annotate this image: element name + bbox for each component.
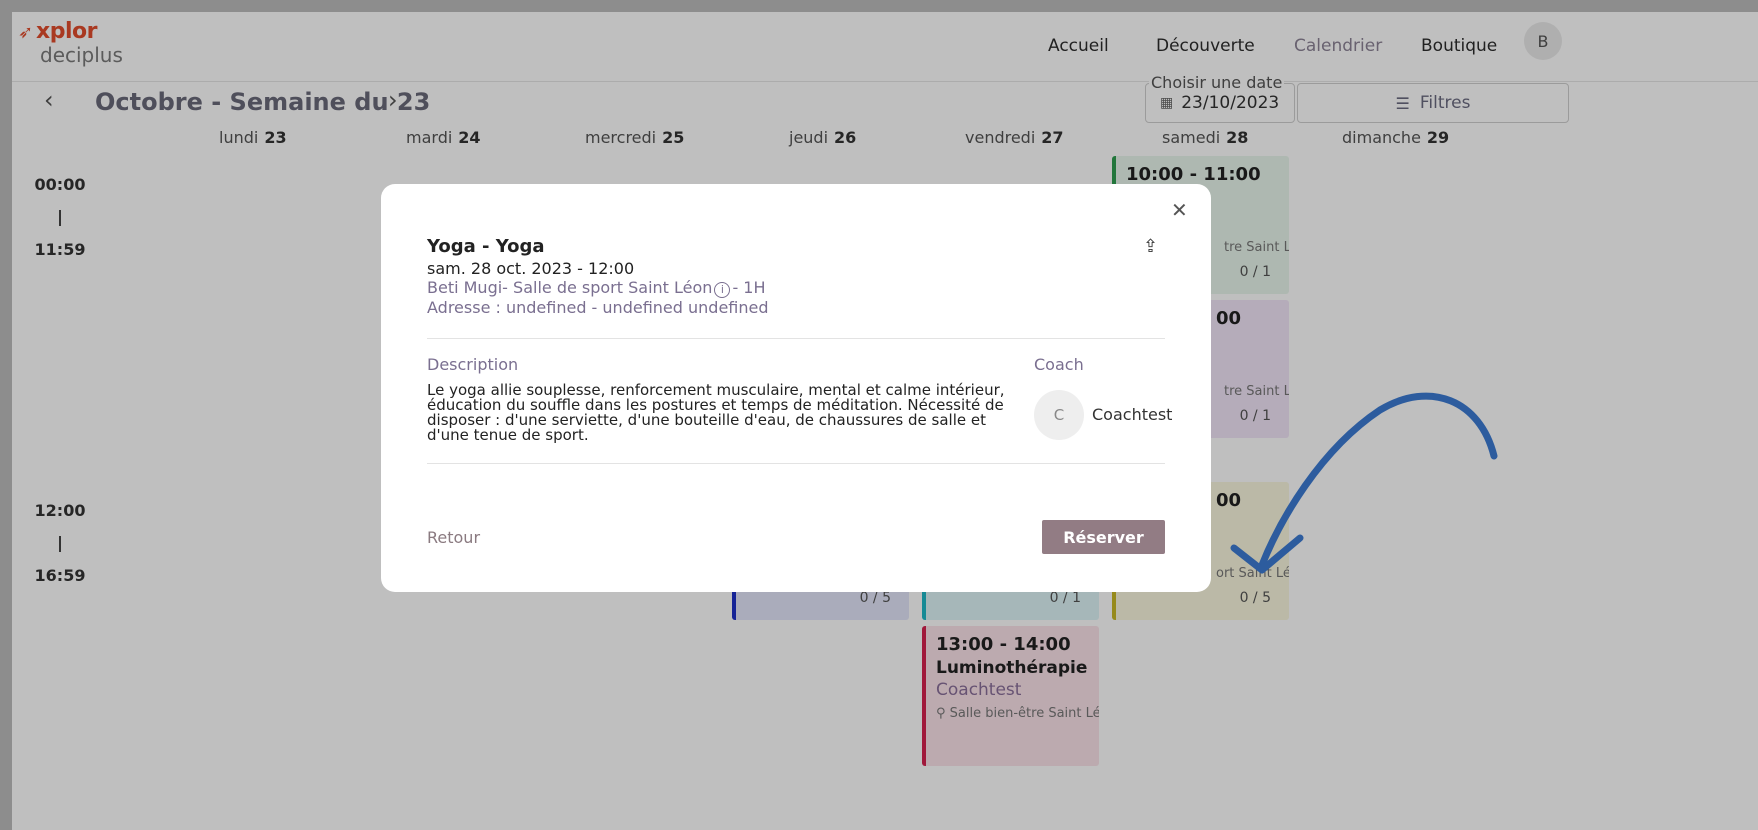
share-icon[interactable]: ⇪ [1143,236,1158,257]
close-icon[interactable]: ✕ [1171,198,1188,222]
session-address: Adresse : undefined - undefined undefine… [427,298,769,317]
session-modal: ✕ ⇪ Yoga - Yoga sam. 28 oct. 2023 - 12:0… [381,184,1211,592]
session-datetime: sam. 28 oct. 2023 - 12:00 [427,259,635,278]
coach-label: Coach [1034,355,1084,374]
divider [427,463,1165,464]
session-title: Yoga - Yoga [427,236,545,257]
back-link[interactable]: Retour [427,528,480,547]
info-icon[interactable]: i [714,282,731,298]
coach-avatar: C [1034,390,1084,440]
description-label: Description [427,355,519,374]
reserve-button[interactable]: Réserver [1042,520,1165,554]
divider [427,338,1165,339]
session-place: Beti Mugi- Salle de sport Saint Léon i - 1… [427,278,766,298]
coach-name: Coachtest [1092,405,1173,424]
description-text: Le yoga allie souplesse, renforcement mu… [427,381,1005,444]
